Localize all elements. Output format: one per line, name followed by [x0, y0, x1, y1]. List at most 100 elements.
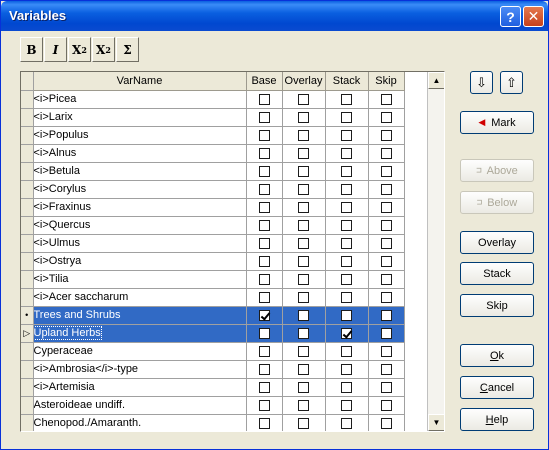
move-down-button[interactable]: ⇩	[470, 71, 493, 94]
row-indicator[interactable]: •	[21, 306, 34, 325]
table-row[interactable]: <i>Picea	[21, 90, 405, 109]
skip-checkbox[interactable]	[380, 327, 392, 339]
base-checkbox[interactable]	[258, 363, 270, 375]
stack-checkbox[interactable]	[341, 147, 352, 159]
varname-cell[interactable]: <i>Picea	[33, 90, 247, 109]
row-indicator[interactable]	[21, 216, 34, 235]
stack-checkbox[interactable]	[341, 183, 352, 195]
varname-cell[interactable]: Trees and Shrubs	[33, 306, 247, 325]
base-checkbox[interactable]	[258, 291, 270, 303]
row-indicator[interactable]	[21, 414, 34, 431]
overlay-button[interactable]: Overlay	[460, 231, 534, 254]
varname-cell[interactable]: Asteroideae undiff.	[33, 396, 247, 415]
varname-cell[interactable]: <i>Ulmus	[33, 234, 247, 253]
stack-checkbox[interactable]	[341, 237, 352, 249]
varname-cell[interactable]: <i>Tilia	[33, 270, 247, 289]
col-skip-header[interactable]: Skip	[368, 72, 405, 91]
skip-checkbox[interactable]	[380, 345, 392, 357]
base-checkbox[interactable]	[258, 399, 270, 411]
skip-checkbox[interactable]	[380, 399, 392, 411]
base-checkbox[interactable]	[258, 129, 270, 141]
varname-cell[interactable]: <i>Populus	[33, 126, 247, 145]
table-row[interactable]: <i>Alnus	[21, 144, 405, 163]
row-indicator[interactable]	[21, 126, 34, 145]
row-indicator[interactable]	[21, 288, 34, 307]
row-indicator[interactable]	[21, 378, 34, 397]
skip-checkbox[interactable]	[380, 147, 392, 159]
row-indicator[interactable]	[21, 180, 34, 199]
table-row[interactable]: ▷ Upland Herbs	[21, 324, 405, 343]
overlay-checkbox[interactable]	[298, 165, 309, 177]
italic-button[interactable]: I	[44, 37, 67, 62]
varname-cell[interactable]: <i>Alnus	[33, 144, 247, 163]
base-checkbox[interactable]	[258, 273, 270, 285]
sigma-button[interactable]: Σ	[116, 37, 139, 62]
base-checkbox[interactable]	[258, 219, 270, 231]
stack-checkbox[interactable]	[341, 255, 352, 267]
overlay-checkbox[interactable]	[298, 129, 309, 141]
table-row[interactable]: <i>Tilia	[21, 270, 405, 289]
row-indicator[interactable]	[21, 396, 34, 415]
row-indicator[interactable]	[21, 342, 34, 361]
skip-button[interactable]: Skip	[460, 294, 534, 317]
close-button[interactable]: ✕	[523, 6, 544, 27]
varname-cell[interactable]: <i>Quercus	[33, 216, 247, 235]
col-varname-header[interactable]: VarName	[33, 72, 247, 91]
table-row[interactable]: <i>Corylus	[21, 180, 405, 199]
overlay-checkbox[interactable]	[298, 255, 309, 267]
overlay-checkbox[interactable]	[298, 201, 309, 213]
stack-checkbox[interactable]	[341, 417, 352, 429]
stack-checkbox[interactable]	[341, 327, 352, 339]
varname-cell[interactable]: Upland Herbs	[33, 324, 247, 343]
overlay-checkbox[interactable]	[298, 237, 309, 249]
stack-checkbox[interactable]	[341, 291, 352, 303]
cancel-button[interactable]: Cancel	[460, 376, 534, 399]
varname-cell[interactable]: <i>Ambrosia</i>-type	[33, 360, 247, 379]
vertical-scrollbar[interactable]: ▲ ▼	[427, 72, 444, 431]
table-row[interactable]: <i>Artemisia	[21, 378, 405, 397]
overlay-checkbox[interactable]	[298, 147, 309, 159]
table-row[interactable]: <i>Ostrya	[21, 252, 405, 271]
variables-grid[interactable]: VarName Base Overlay Stack Skip <i>Picea…	[20, 71, 445, 432]
overlay-checkbox[interactable]	[298, 291, 309, 303]
col-stack-header[interactable]: Stack	[325, 72, 369, 91]
row-indicator[interactable]	[21, 198, 34, 217]
base-checkbox[interactable]	[258, 237, 270, 249]
row-indicator[interactable]	[21, 162, 34, 181]
stack-checkbox[interactable]	[341, 93, 352, 105]
help-title-button[interactable]: ?	[500, 6, 521, 27]
skip-checkbox[interactable]	[380, 129, 392, 141]
row-indicator[interactable]	[21, 270, 34, 289]
varname-cell[interactable]: <i>Betula	[33, 162, 247, 181]
varname-cell[interactable]: Cyperaceae	[33, 342, 247, 361]
table-row[interactable]: <i>Quercus	[21, 216, 405, 235]
varname-cell[interactable]: <i>Ostrya	[33, 252, 247, 271]
table-row[interactable]: <i>Larix	[21, 108, 405, 127]
row-indicator[interactable]	[21, 234, 34, 253]
skip-checkbox[interactable]	[380, 291, 392, 303]
row-indicator[interactable]: ▷	[21, 324, 34, 343]
overlay-checkbox[interactable]	[298, 327, 309, 339]
help-button[interactable]: Help	[460, 408, 534, 431]
table-row[interactable]: <i>Populus	[21, 126, 405, 145]
mark-button[interactable]: ◀ Mark	[460, 111, 534, 134]
stack-checkbox[interactable]	[341, 219, 352, 231]
move-up-button[interactable]: ⇧	[500, 71, 523, 94]
base-checkbox[interactable]	[258, 183, 270, 195]
skip-checkbox[interactable]	[380, 183, 392, 195]
stack-checkbox[interactable]	[341, 111, 352, 123]
overlay-checkbox[interactable]	[298, 363, 309, 375]
stack-checkbox[interactable]	[341, 399, 352, 411]
bold-button[interactable]: B	[20, 37, 43, 62]
table-row[interactable]: <i>Fraxinus	[21, 198, 405, 217]
overlay-checkbox[interactable]	[298, 219, 309, 231]
table-row[interactable]: <i>Acer saccharum	[21, 288, 405, 307]
overlay-checkbox[interactable]	[298, 399, 309, 411]
overlay-checkbox[interactable]	[298, 111, 309, 123]
table-row[interactable]: <i>Ambrosia</i>-type	[21, 360, 405, 379]
varname-cell[interactable]: <i>Larix	[33, 108, 247, 127]
varname-cell[interactable]: <i>Fraxinus	[33, 198, 247, 217]
stack-checkbox[interactable]	[341, 201, 352, 213]
base-checkbox[interactable]	[258, 417, 270, 429]
table-row[interactable]: <i>Ulmus	[21, 234, 405, 253]
